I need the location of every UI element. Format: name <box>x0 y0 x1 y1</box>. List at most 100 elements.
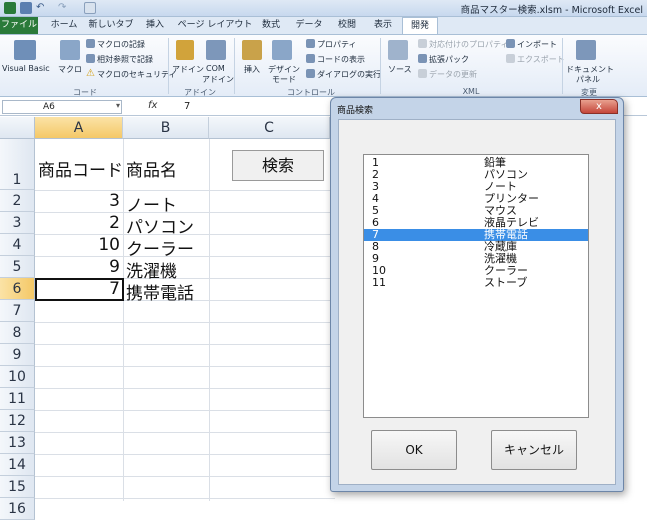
row-header-8[interactable]: 8 <box>0 322 35 344</box>
list-item[interactable]: 10 クーラー <box>364 265 588 277</box>
cell-a6[interactable]: 7 <box>38 279 120 299</box>
list-item[interactable]: 7 携帯電話 <box>364 229 588 241</box>
view-code-icon[interactable] <box>306 54 315 63</box>
xml-source-button[interactable]: ソース <box>388 64 412 75</box>
tab-developer[interactable]: 開発 <box>402 17 438 34</box>
row-header-13[interactable]: 13 <box>0 432 35 454</box>
name-box-dropdown-icon[interactable]: ▾ <box>116 101 120 110</box>
row-header-3[interactable]: 3 <box>0 212 35 234</box>
design-mode-icon[interactable] <box>272 40 292 60</box>
list-item[interactable]: 2 パソコン <box>364 169 588 181</box>
row-header-1[interactable]: 1 <box>0 139 35 190</box>
record-macro-button[interactable]: マクロの記録 <box>97 39 145 50</box>
group-label-controls: コントロール <box>287 88 335 97</box>
record-macro-icon[interactable] <box>86 39 95 48</box>
list-item-name: ノート <box>484 180 517 193</box>
tab-formulas[interactable]: 数式 <box>256 17 286 34</box>
cancel-button[interactable]: キャンセル <box>491 430 577 470</box>
undo-icon[interactable]: ↶ <box>36 2 44 13</box>
row-header-12[interactable]: 12 <box>0 410 35 432</box>
name-box[interactable]: A6 <box>2 100 122 114</box>
import-button[interactable]: インポート <box>517 39 557 50</box>
list-item[interactable]: 4 プリンター <box>364 193 588 205</box>
macro-icon[interactable] <box>60 40 80 60</box>
macro-security-icon[interactable]: ⚠ <box>86 68 95 79</box>
insert-control-button[interactable]: 挿入 <box>244 64 260 75</box>
cell-a3[interactable]: 2 <box>38 213 120 233</box>
cell-a4[interactable]: 10 <box>38 235 120 255</box>
select-all-corner[interactable] <box>0 117 35 139</box>
redo-icon[interactable]: ↷ <box>58 2 66 13</box>
addin-button[interactable]: アドイン <box>172 64 204 75</box>
list-item[interactable]: 8 冷蔵庫 <box>364 241 588 253</box>
document-panel-icon[interactable] <box>576 40 596 60</box>
column-header-a[interactable]: A <box>35 117 123 139</box>
gridline <box>209 139 210 501</box>
com-addin-label: アドイン <box>202 75 234 84</box>
run-dialog-button[interactable]: ダイアログの実行 <box>317 69 381 80</box>
tab-new[interactable]: 新しいタブ <box>88 17 134 34</box>
visual-basic-icon[interactable] <box>14 40 36 60</box>
row-header-2[interactable]: 2 <box>0 190 35 212</box>
tab-data[interactable]: データ <box>292 17 326 34</box>
properties-button[interactable]: プロパティ <box>317 39 357 50</box>
expansion-pack-button[interactable]: 拡張パック <box>429 54 469 65</box>
list-item[interactable]: 6 液晶テレビ <box>364 217 588 229</box>
visual-basic-button[interactable]: Visual Basic <box>2 64 50 73</box>
tab-home[interactable]: ホーム <box>44 17 84 34</box>
macro-security-button[interactable]: マクロのセキュリティ <box>97 69 177 80</box>
com-addin-button[interactable]: COM <box>206 64 225 73</box>
relative-ref-icon[interactable] <box>86 54 95 63</box>
row-header-11[interactable]: 11 <box>0 388 35 410</box>
properties-icon[interactable] <box>306 39 315 48</box>
insert-control-icon[interactable] <box>242 40 262 60</box>
tab-file[interactable]: ファイル <box>0 17 38 34</box>
gridline <box>35 454 335 455</box>
gridline <box>35 410 335 411</box>
search-button[interactable]: 検索 <box>232 150 324 181</box>
group-label-code: コード <box>73 88 97 97</box>
relative-ref-button[interactable]: 相対参照で記録 <box>97 54 153 65</box>
list-item[interactable]: 1 鉛筆 <box>364 157 588 169</box>
row-header-14[interactable]: 14 <box>0 454 35 476</box>
list-item[interactable]: 3 ノート <box>364 181 588 193</box>
row-header-6[interactable]: 6 <box>0 278 35 300</box>
column-header-c[interactable]: C <box>209 117 330 139</box>
xml-source-icon[interactable] <box>388 40 408 60</box>
cell-b1[interactable]: 商品名 <box>126 156 177 181</box>
tab-page-layout[interactable]: ページ レイアウト <box>176 17 254 34</box>
row-header-9[interactable]: 9 <box>0 344 35 366</box>
gridline <box>35 388 335 389</box>
import-icon[interactable] <box>506 39 515 48</box>
cell-a5[interactable]: 9 <box>38 257 120 277</box>
addin-gear-icon[interactable] <box>176 40 194 60</box>
cell-a2[interactable]: 3 <box>38 191 120 211</box>
save-icon[interactable] <box>20 2 32 14</box>
view-code-button[interactable]: コードの表示 <box>317 54 365 65</box>
cell-b6[interactable]: 携帯電話 <box>126 279 194 304</box>
row-header-16[interactable]: 16 <box>0 498 35 520</box>
macro-button[interactable]: マクロ <box>58 64 82 75</box>
row-header-5[interactable]: 5 <box>0 256 35 278</box>
list-item[interactable]: 5 マウス <box>364 205 588 217</box>
cell-a1[interactable]: 商品コード <box>38 156 123 181</box>
ok-button[interactable]: OK <box>371 430 457 470</box>
tab-view[interactable]: 表示 <box>368 17 398 34</box>
expansion-pack-icon[interactable] <box>418 54 427 63</box>
row-header-10[interactable]: 10 <box>0 366 35 388</box>
formula-input[interactable]: 7 <box>184 101 190 112</box>
close-icon[interactable]: x <box>580 99 618 114</box>
column-header-b[interactable]: B <box>123 117 209 139</box>
tab-insert[interactable]: 挿入 <box>138 17 172 34</box>
export-button: エクスポート <box>517 55 565 64</box>
tab-review[interactable]: 校閲 <box>332 17 362 34</box>
fx-icon[interactable]: fx <box>148 100 157 111</box>
list-item[interactable]: 9 洗濯機 <box>364 253 588 265</box>
row-header-15[interactable]: 15 <box>0 476 35 498</box>
row-header-7[interactable]: 7 <box>0 300 35 322</box>
list-item[interactable]: 11 ストーブ <box>364 277 588 289</box>
run-dialog-icon[interactable] <box>306 69 315 78</box>
com-addin-icon[interactable] <box>206 40 226 60</box>
row-header-4[interactable]: 4 <box>0 234 35 256</box>
customize-qat-icon[interactable] <box>84 2 96 14</box>
